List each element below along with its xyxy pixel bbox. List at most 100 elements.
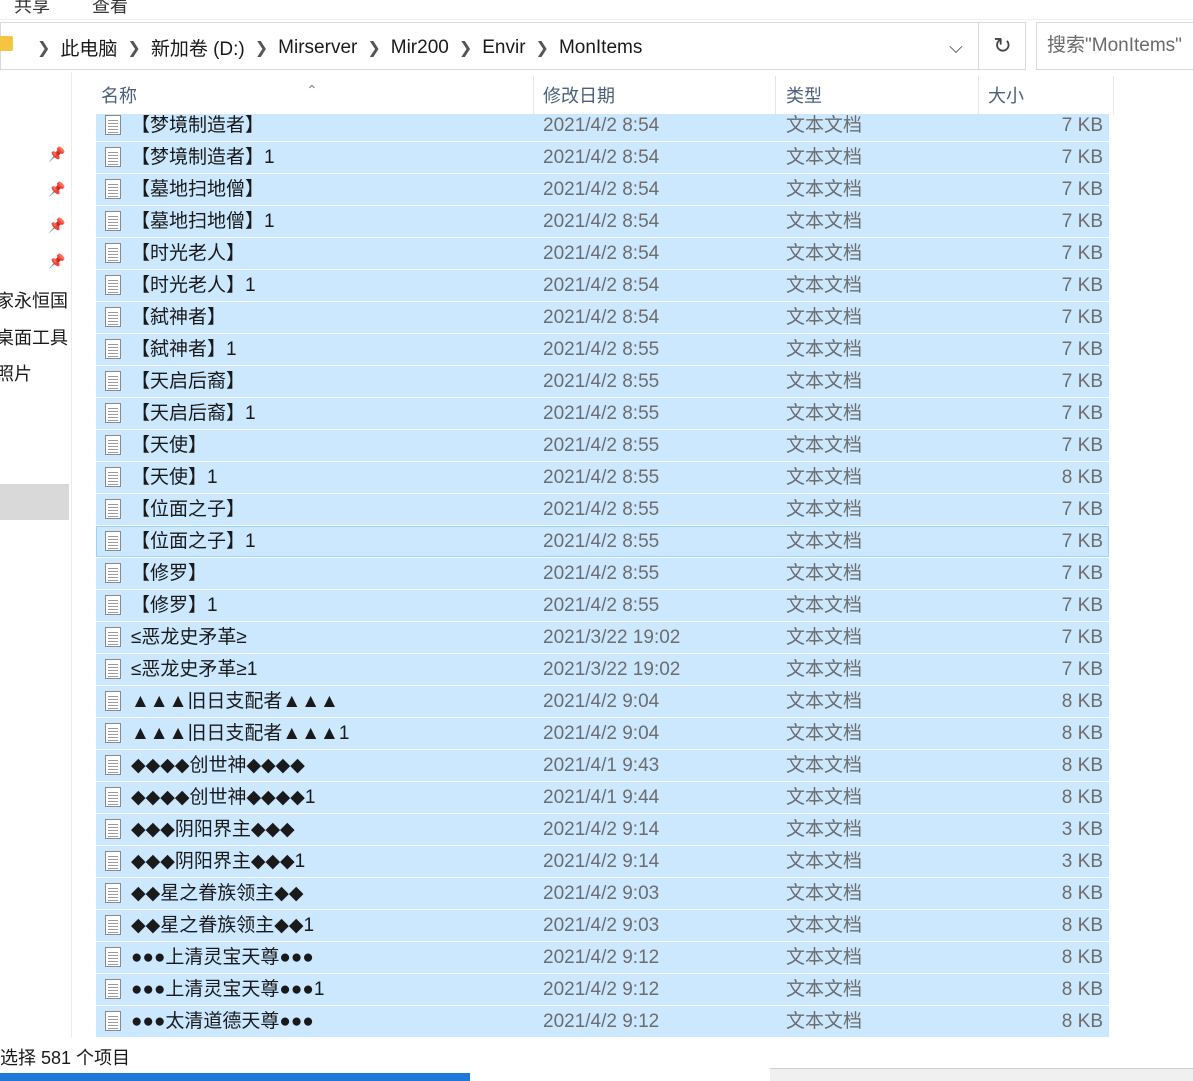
text-document-icon: [105, 627, 121, 647]
file-row[interactable]: 【墓地扫地僧】1 2021/4/2 8:54 文本文档 7 KB: [96, 206, 1109, 237]
file-row[interactable]: 【墓地扫地僧】 2021/4/2 8:54 文本文档 7 KB: [96, 174, 1109, 205]
file-row[interactable]: 【梦境制造者】 2021/4/2 8:54 文本文档 7 KB: [96, 114, 1109, 141]
file-row[interactable]: 【弑神者】1 2021/4/2 8:55 文本文档 7 KB: [96, 334, 1109, 365]
file-name: 【位面之子】: [131, 499, 246, 520]
file-size: 7 KB: [1061, 659, 1103, 680]
file-date: 2021/4/2 9:03: [543, 883, 660, 904]
file-size: 7 KB: [1061, 371, 1103, 392]
file-row[interactable]: 【梦境制造者】1 2021/4/2 8:54 文本文档 7 KB: [96, 142, 1109, 173]
file-date: 2021/3/22 19:02: [543, 627, 681, 648]
file-row[interactable]: 【天启后裔】1 2021/4/2 8:55 文本文档 7 KB: [96, 398, 1109, 429]
search-box[interactable]: [1036, 22, 1193, 70]
file-name: ◆◆◆◆创世神◆◆◆◆: [131, 755, 305, 776]
file-row[interactable]: 【天使】1 2021/4/2 8:55 文本文档 8 KB: [96, 462, 1109, 493]
file-size: 7 KB: [1061, 531, 1103, 552]
file-row[interactable]: 【时光老人】1 2021/4/2 8:54 文本文档 7 KB: [96, 270, 1109, 301]
text-document-icon: [105, 403, 121, 423]
search-input[interactable]: [1037, 23, 1193, 69]
file-row[interactable]: 【时光老人】 2021/4/2 8:54 文本文档 7 KB: [96, 238, 1109, 269]
file-name: 【梦境制造者】: [131, 115, 265, 136]
ribbon: 共享 查看: [0, 0, 1193, 20]
column-header-name[interactable]: 名称 ⌃: [96, 76, 534, 114]
file-size: 7 KB: [1061, 275, 1103, 296]
file-row[interactable]: ◆◆◆◆创世神◆◆◆◆1 2021/4/1 9:44 文本文档 8 KB: [96, 782, 1109, 813]
file-row[interactable]: ◆◆星之眷族领主◆◆ 2021/4/2 9:03 文本文档 8 KB: [96, 878, 1109, 909]
chevron-right-icon[interactable]: ❯: [37, 38, 50, 58]
file-row[interactable]: ●●●上清灵宝天尊●●●1 2021/4/2 9:12 文本文档 8 KB: [96, 974, 1109, 1005]
file-row[interactable]: ≤恶龙史矛革≥ 2021/3/22 19:02 文本文档 7 KB: [96, 622, 1109, 653]
file-row[interactable]: 【弑神者】 2021/4/2 8:54 文本文档 7 KB: [96, 302, 1109, 333]
chevron-down-icon[interactable]: ⌵: [941, 35, 971, 59]
file-type: 文本文档: [786, 947, 863, 968]
file-type: 文本文档: [786, 467, 863, 488]
file-size: 7 KB: [1061, 595, 1103, 616]
column-header-type[interactable]: 类型: [781, 76, 979, 114]
chevron-right-icon[interactable]: ❯: [459, 38, 472, 58]
file-name: ≤恶龙史矛革≥1: [131, 659, 258, 680]
text-document-icon: [105, 147, 121, 167]
file-row[interactable]: 【位面之子】1 2021/4/2 8:55 文本文档 7 KB: [96, 526, 1109, 557]
file-size: 7 KB: [1061, 115, 1103, 136]
breadcrumb-mir200[interactable]: Mir200: [391, 37, 449, 59]
ribbon-tab-view[interactable]: 查看: [92, 0, 128, 18]
file-date: 2021/4/2 8:55: [543, 531, 660, 552]
file-type: 文本文档: [786, 819, 863, 840]
file-row[interactable]: ●●●太清道德天尊●●● 2021/4/2 9:12 文本文档 8 KB: [96, 1006, 1109, 1037]
chevron-right-icon[interactable]: ❯: [127, 38, 140, 58]
text-document-icon: [105, 307, 121, 327]
file-name: 【梦境制造者】1: [131, 147, 275, 168]
refresh-icon[interactable]: ↻: [978, 23, 1026, 69]
file-row[interactable]: ◆◆◆阴阳界主◆◆◆ 2021/4/2 9:14 文本文档 3 KB: [96, 814, 1109, 845]
breadcrumb-this-pc[interactable]: 此电脑: [60, 34, 117, 61]
text-document-icon: [105, 819, 121, 839]
file-row[interactable]: 【位面之子】 2021/4/2 8:55 文本文档 7 KB: [96, 494, 1109, 525]
pane-divider[interactable]: [71, 72, 72, 1038]
file-type: 文本文档: [786, 211, 863, 232]
text-document-icon: [105, 179, 121, 199]
nav-item-1[interactable]: 家永恒国良: [0, 287, 70, 313]
breadcrumb-monitems[interactable]: MonItems: [559, 37, 642, 59]
ribbon-tab-share[interactable]: 共享: [14, 0, 50, 18]
file-name: ◆◆星之眷族领主◆◆1: [131, 915, 315, 936]
chevron-right-icon[interactable]: ❯: [367, 38, 380, 58]
file-date: 2021/4/2 8:55: [543, 371, 660, 392]
file-row[interactable]: ●●●上清灵宝天尊●●● 2021/4/2 9:12 文本文档 8 KB: [96, 942, 1109, 973]
chevron-right-icon[interactable]: ❯: [536, 38, 549, 58]
file-type: 文本文档: [786, 147, 863, 168]
pin-icon: 📌: [48, 181, 66, 197]
breadcrumb-drive-d[interactable]: 新加卷 (D:): [151, 34, 245, 61]
nav-item-3[interactable]: 照片: [0, 360, 32, 386]
file-type: 文本文档: [786, 851, 863, 872]
file-row[interactable]: 【天使】 2021/4/2 8:55 文本文档 7 KB: [96, 430, 1109, 461]
chevron-right-icon[interactable]: ❯: [255, 38, 268, 58]
file-row[interactable]: ◆◆星之眷族领主◆◆1 2021/4/2 9:03 文本文档 8 KB: [96, 910, 1109, 941]
column-header-size[interactable]: 大小: [983, 76, 1114, 114]
text-document-icon: [105, 499, 121, 519]
text-document-icon: [105, 467, 121, 487]
file-date: 2021/4/2 8:55: [543, 467, 660, 488]
file-name: ●●●太清道德天尊●●●: [131, 1011, 314, 1032]
file-row[interactable]: ◆◆◆阴阳界主◆◆◆1 2021/4/2 9:14 文本文档 3 KB: [96, 846, 1109, 877]
breadcrumb-mirserver[interactable]: Mirserver: [278, 37, 357, 59]
file-size: 7 KB: [1061, 147, 1103, 168]
column-header-date[interactable]: 修改日期: [538, 76, 776, 114]
file-row[interactable]: 【天启后裔】 2021/4/2 8:55 文本文档 7 KB: [96, 366, 1109, 397]
address-bar[interactable]: ❯ 此电脑 ❯ 新加卷 (D:) ❯ Mirserver ❯ Mir200 ❯ …: [0, 22, 1026, 70]
file-row[interactable]: ◆◆◆◆创世神◆◆◆◆ 2021/4/1 9:43 文本文档 8 KB: [96, 750, 1109, 781]
breadcrumb-envir[interactable]: Envir: [482, 37, 525, 59]
file-type: 文本文档: [786, 275, 863, 296]
text-document-icon: [105, 435, 121, 455]
taskbar: [0, 1073, 470, 1081]
file-row[interactable]: ≤恶龙史矛革≥1 2021/3/22 19:02 文本文档 7 KB: [96, 654, 1109, 685]
file-row[interactable]: ▲▲▲旧日支配者▲▲▲1 2021/4/2 9:04 文本文档 8 KB: [96, 718, 1109, 749]
file-type: 文本文档: [786, 915, 863, 936]
nav-item-2[interactable]: 桌面工具: [0, 324, 68, 350]
file-row[interactable]: ▲▲▲旧日支配者▲▲▲ 2021/4/2 9:04 文本文档 8 KB: [96, 686, 1109, 717]
file-row[interactable]: 【修罗】 2021/4/2 8:55 文本文档 7 KB: [96, 558, 1109, 589]
text-document-icon: [105, 659, 121, 679]
file-type: 文本文档: [786, 371, 863, 392]
file-list[interactable]: 【梦境制造者】 2021/4/2 8:54 文本文档 7 KB 【梦境制造者】1 2021…: [96, 114, 1110, 1038]
file-row[interactable]: 【修罗】1 2021/4/2 8:55 文本文档 7 KB: [96, 590, 1109, 621]
nav-item-selected[interactable]: [0, 484, 69, 520]
file-size: 7 KB: [1061, 499, 1103, 520]
